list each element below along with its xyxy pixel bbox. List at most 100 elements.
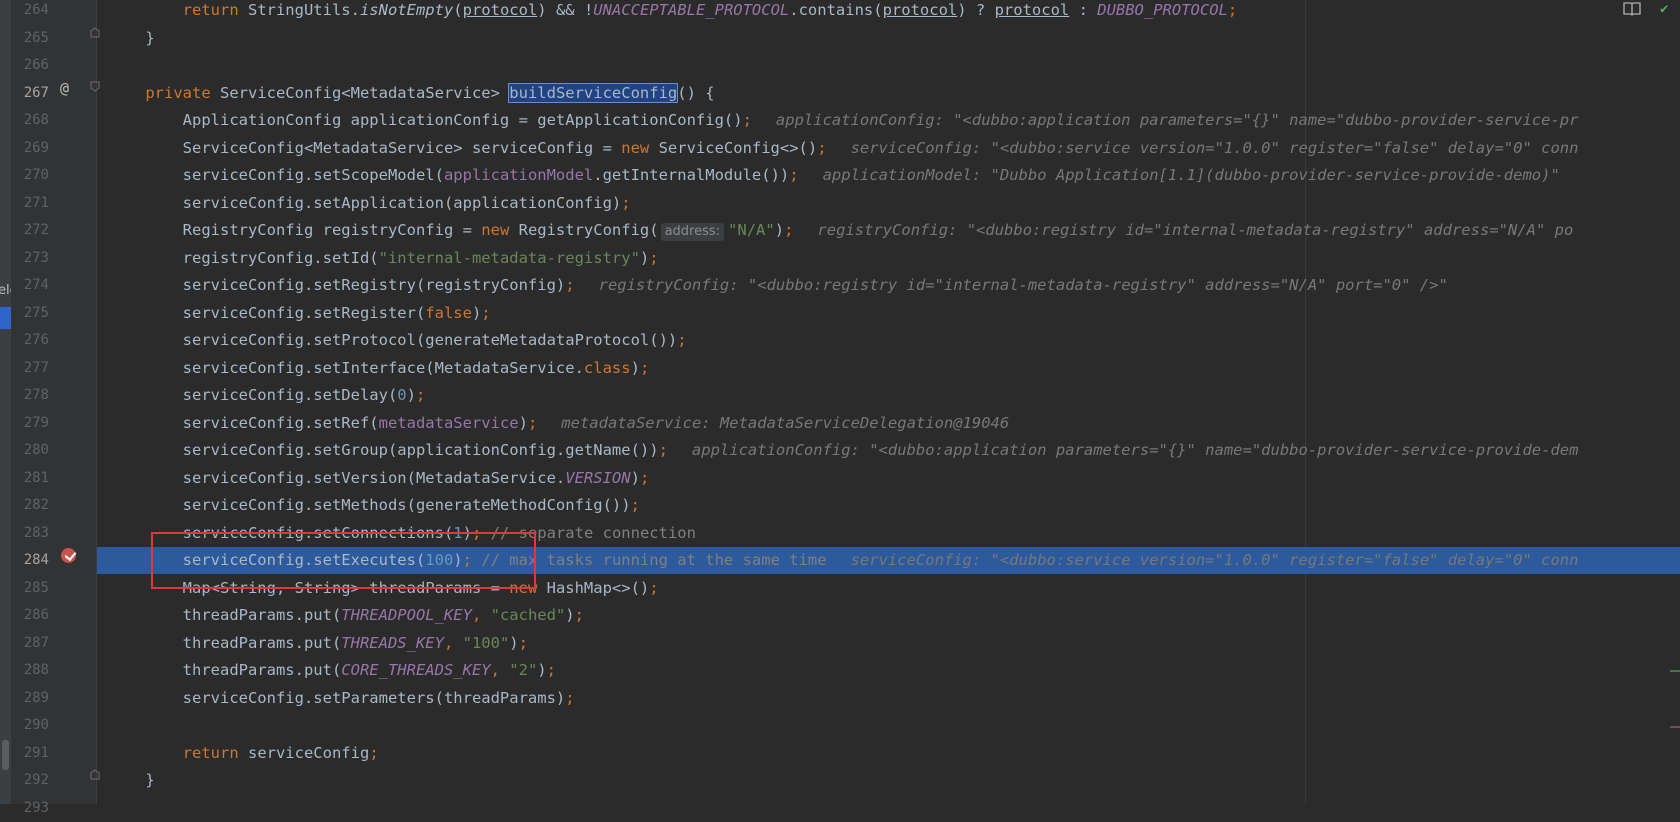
panel-selected-item[interactable] [0, 307, 11, 329]
code-token: CORE_THREADS_KEY [341, 661, 491, 679]
code-line[interactable]: serviceConfig.setApplication(application… [108, 190, 631, 217]
fold-end-icon[interactable] [90, 769, 100, 780]
code-token: ; [742, 111, 752, 129]
code-token: ( [453, 1, 463, 19]
line-number[interactable]: 291 [11, 740, 49, 767]
code-line[interactable]: serviceConfig.setRegistry(registryConfig… [108, 272, 1448, 299]
code-token: ; [546, 661, 556, 679]
code-token: VERSION [565, 468, 631, 487]
line-number[interactable]: 288 [11, 657, 49, 684]
breakpoint-icon[interactable] [61, 548, 76, 563]
code-line[interactable]: registryConfig.setId("internal-metadata-… [108, 245, 659, 272]
code-line[interactable]: serviceConfig.setProtocol(generateMetada… [108, 327, 687, 354]
code-token: ServiceConfig<MetadataService> serviceCo… [108, 138, 622, 157]
code-line[interactable]: serviceConfig.setVersion(MetadataService… [108, 465, 650, 492]
line-number[interactable]: 285 [11, 575, 49, 602]
code-line[interactable]: RegistryConfig registryConfig = new Regi… [108, 217, 1573, 244]
line-number[interactable]: 276 [11, 327, 49, 354]
inspection-ok-icon[interactable]: ✔ [1660, 1, 1668, 17]
code-token: ; [415, 386, 426, 404]
line-number[interactable]: 283 [11, 520, 49, 547]
code-line[interactable]: ApplicationConfig applicationConfig = ge… [108, 107, 1579, 134]
code-line[interactable]: serviceConfig.setGroup(applicationConfig… [108, 437, 1579, 464]
line-number[interactable]: 292 [11, 767, 49, 794]
code-line[interactable]: serviceConfig.setRegister(false); [108, 300, 491, 327]
line-number[interactable]: 279 [11, 410, 49, 437]
code-token: false [425, 303, 472, 322]
code-token: ; [481, 303, 491, 322]
debug-inline-value: registryConfig: "<dubbo:registry id="int… [817, 221, 1574, 239]
code-token: ) [774, 221, 785, 239]
code-token: serviceConfig [247, 743, 370, 762]
code-token: "2" [509, 661, 538, 679]
code-token: ; [369, 743, 379, 762]
code-token: serviceConfig.setRef( [108, 413, 379, 432]
code-token: ; [658, 441, 668, 459]
line-number[interactable]: 277 [11, 355, 49, 382]
line-number[interactable]: 270 [11, 162, 49, 189]
code-token: HashMap<>() [546, 578, 650, 597]
line-number[interactable]: 273 [11, 245, 49, 272]
code-line[interactable]: ServiceConfig<MetadataService> serviceCo… [108, 135, 1579, 162]
line-number[interactable]: 284 [11, 547, 49, 574]
line-number[interactable]: 282 [11, 492, 49, 519]
code-line[interactable]: serviceConfig.setMethods(generateMethodC… [108, 492, 640, 519]
line-number[interactable]: 289 [11, 685, 49, 712]
line-number[interactable]: 272 [11, 217, 49, 244]
line-number[interactable]: 269 [11, 135, 49, 162]
code-token: ) [471, 303, 482, 322]
override-marker-icon[interactable]: @ [60, 79, 69, 97]
line-number[interactable]: 274 [11, 272, 49, 299]
code-token: ) [406, 386, 416, 404]
code-line[interactable]: threadParams.put(THREADPOOL_KEY, "cached… [108, 602, 584, 629]
line-number[interactable]: 268 [11, 107, 49, 134]
code-token: ServiceConfig<MetadataService> [219, 83, 510, 102]
line-number[interactable]: 264 [11, 0, 49, 24]
code-token: , [471, 606, 491, 624]
fold-start-icon[interactable] [90, 81, 100, 92]
code-line[interactable]: } [108, 25, 154, 52]
code-line[interactable]: serviceConfig.setRef(metadataService); me… [108, 410, 1010, 437]
line-number[interactable]: 265 [11, 25, 49, 52]
line-number[interactable]: 281 [11, 465, 49, 492]
code-token: return [182, 1, 248, 19]
code-line[interactable]: } [108, 767, 154, 794]
code-token: return [182, 743, 248, 762]
code-token: ; [518, 633, 528, 652]
code-line[interactable]: serviceConfig.setParameters(threadParams… [108, 685, 575, 712]
code-line[interactable]: private ServiceConfig<MetadataService> b… [108, 80, 715, 107]
code-token: : [1069, 1, 1098, 19]
code-line[interactable]: threadParams.put(CORE_THREADS_KEY, "2"); [108, 657, 556, 684]
code-line[interactable]: serviceConfig.setScopeModel(applicationM… [108, 162, 1560, 189]
line-number[interactable]: 278 [11, 382, 49, 409]
line-number[interactable]: 287 [11, 630, 49, 657]
line-number[interactable]: 275 [11, 300, 49, 327]
code-token: threadParams.put( [108, 661, 342, 679]
code-token: THREADPOOL_KEY [341, 606, 472, 624]
code-line[interactable]: return StringUtils.isNotEmpty(protocol) … [108, 0, 1238, 24]
debug-inline-value: applicationConfig: "<dubbo:application p… [691, 441, 1579, 459]
line-number[interactable]: 280 [11, 437, 49, 464]
line-number[interactable]: 290 [11, 712, 49, 739]
code-token: serviceConfig.setProtocol(generateMetada… [108, 331, 678, 349]
code-row [11, 712, 1680, 739]
code-line[interactable]: return serviceConfig; [108, 740, 379, 767]
reader-mode-icon[interactable] [1623, 0, 1641, 16]
code-line[interactable]: serviceConfig.setDelay(0); [108, 382, 426, 409]
line-number[interactable]: 267 [11, 80, 49, 107]
code-token: protocol [994, 1, 1070, 19]
code-token: RegistryConfig( [518, 221, 659, 239]
line-number[interactable]: 271 [11, 190, 49, 217]
code-line[interactable]: threadParams.put(THREADS_KEY, "100"); [108, 630, 528, 657]
code-token: private [145, 83, 220, 102]
line-number[interactable]: 266 [11, 52, 49, 79]
code-line[interactable]: serviceConfig.setInterface(MetadataServi… [108, 355, 650, 382]
line-number[interactable]: 286 [11, 602, 49, 629]
fold-end-icon[interactable] [90, 27, 100, 38]
panel-scrollbar[interactable] [2, 740, 9, 770]
code-token: ) [630, 358, 640, 377]
code-token: DUBBO_PROTOCOL [1097, 1, 1228, 19]
line-number[interactable]: 293 [11, 795, 49, 822]
code-token: serviceConfig.setGroup(applicationConfig… [108, 441, 659, 459]
